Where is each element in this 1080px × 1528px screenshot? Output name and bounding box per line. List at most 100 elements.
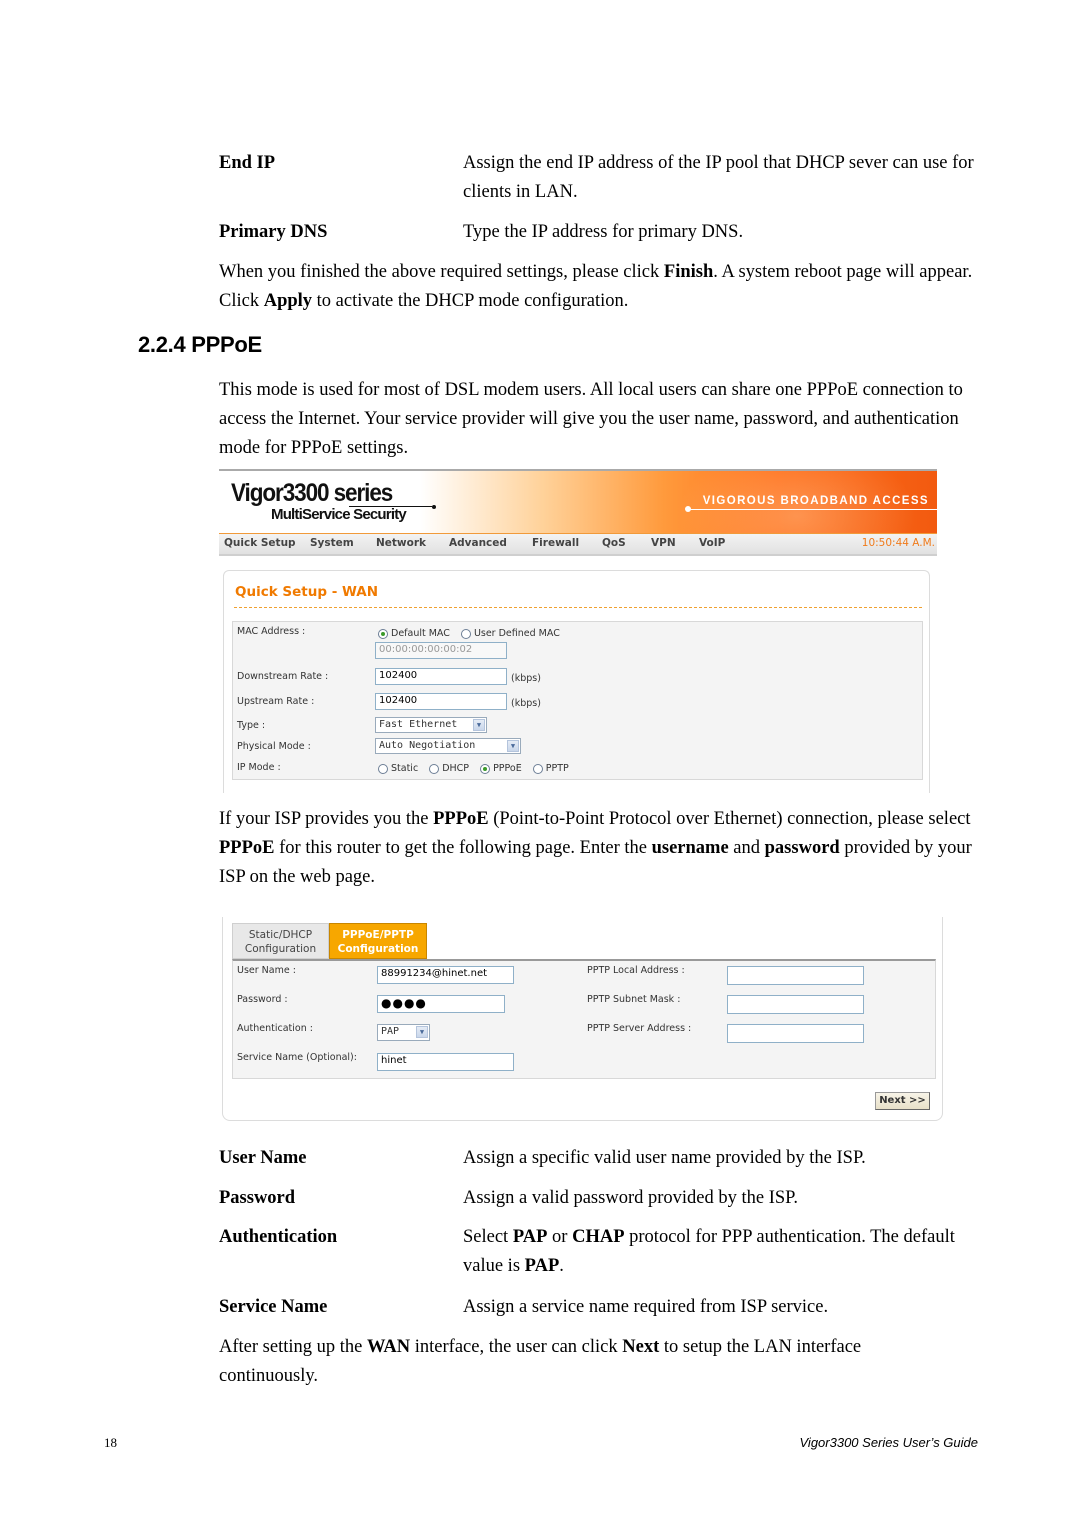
- pptp-server-address-input[interactable]: [727, 1024, 864, 1043]
- downstream-rate-input[interactable]: 102400: [375, 668, 507, 685]
- user-name-input[interactable]: 88991234@hinet.net: [377, 966, 514, 984]
- nav-advanced[interactable]: Advanced: [449, 537, 507, 549]
- authentication-select[interactable]: PAP ▼: [377, 1024, 430, 1041]
- term-description: Select PAP or CHAP protocol for PPP auth…: [463, 1223, 983, 1281]
- nav-system[interactable]: System: [310, 537, 354, 549]
- bold-text: PAP: [524, 1256, 560, 1276]
- tab-static-dhcp[interactable]: Static/DHCP Configuration: [232, 923, 329, 959]
- bold-text: Finish: [663, 262, 714, 282]
- chevron-down-icon: ▼: [416, 1026, 428, 1038]
- text: Select: [463, 1227, 513, 1247]
- downstream-rate-label: Downstream Rate :: [237, 671, 329, 682]
- nav-firewall[interactable]: Firewall: [532, 537, 579, 549]
- text: (Point-to-Point Protocol over Ethernet) …: [488, 809, 971, 829]
- service-name-label: Service Name (Optional):: [237, 1052, 357, 1063]
- radio-icon: [378, 763, 388, 774]
- radio-label: Default MAC: [391, 628, 450, 639]
- pptp-local-address-input[interactable]: [727, 966, 864, 985]
- text: .: [559, 1256, 564, 1276]
- text: interface, the user can click: [410, 1337, 623, 1357]
- mac-address-input[interactable]: 00:00:00:00:00:02: [375, 642, 507, 659]
- term-label: End IP: [219, 153, 276, 173]
- text: When you finished the above required set…: [219, 262, 664, 282]
- term-label: User Name: [219, 1148, 307, 1168]
- next-button[interactable]: Next >>: [875, 1092, 930, 1110]
- bold-text: CHAP: [572, 1227, 625, 1247]
- router-nav-bar: Quick Setup System Network Advanced Fire…: [219, 533, 937, 556]
- definition-authentication: Authentication Select PAP or CHAP protoc…: [219, 1223, 989, 1283]
- term-label: Authentication: [219, 1227, 338, 1247]
- radio-pppoe[interactable]: PPPoE: [480, 763, 522, 774]
- text: If your ISP provides you the: [219, 809, 434, 829]
- bold-text: PPPoE: [433, 809, 489, 829]
- text: for this router to get the following pag…: [274, 838, 652, 858]
- pppoe-form: User Name : 88991234@hinet.net Password …: [232, 959, 936, 1079]
- term-description: Assign a valid password provided by the …: [463, 1188, 799, 1208]
- text: to activate the DHCP mode configuration.: [312, 291, 629, 311]
- select-value: PAP: [381, 1026, 400, 1037]
- select-value: Fast Ethernet: [379, 719, 458, 730]
- bold-text: Next: [622, 1337, 660, 1357]
- chevron-down-icon: ▼: [507, 740, 519, 752]
- bold-text: password: [764, 838, 840, 858]
- router-banner: Vigor3300 series MultiService Security V…: [219, 469, 937, 533]
- term-label: Password: [219, 1188, 296, 1208]
- tagline: VIGOROUS BROADBAND ACCESS: [702, 495, 929, 507]
- radio-icon: [460, 628, 471, 639]
- nav-network[interactable]: Network: [376, 537, 426, 549]
- radio-icon: [532, 763, 543, 774]
- paragraph-isp: If your ISP provides you the PPPoE (Poin…: [219, 805, 989, 892]
- pptp-server-address-label: PPTP Server Address :: [587, 1023, 692, 1034]
- nav-quick-setup[interactable]: Quick Setup: [224, 537, 296, 549]
- radio-dhcp[interactable]: DHCP: [429, 763, 469, 774]
- radio-pptp[interactable]: PPTP: [532, 763, 569, 774]
- definition-primary-dns: Primary DNS Type the IP address for prim…: [219, 218, 989, 248]
- guide-title: Vigor3300 Series User’s Guide: [799, 1435, 979, 1450]
- logo-main: Vigor3300 series: [231, 479, 393, 507]
- term-description: Assign a service name required from ISP …: [463, 1297, 829, 1317]
- radio-label: Static: [391, 763, 419, 774]
- wan-form: MAC Address : Default MAC User Defined M…: [232, 621, 923, 780]
- physical-mode-label: Physical Mode :: [237, 741, 311, 752]
- tab-label: PPPoE/PPTP: [342, 929, 414, 941]
- nav-vpn[interactable]: VPN: [651, 537, 676, 549]
- radio-label: DHCP: [442, 763, 470, 774]
- type-select[interactable]: Fast Ethernet ▼: [375, 717, 487, 733]
- page-number: 18: [104, 1435, 117, 1450]
- nav-qos[interactable]: QoS: [602, 537, 626, 549]
- bold-text: username: [651, 838, 729, 858]
- upstream-rate-label: Upstream Rate :: [237, 696, 315, 707]
- quick-setup-wan-panel: Quick Setup - WAN MAC Address : Default …: [223, 570, 930, 793]
- tagline-dot: [685, 506, 691, 512]
- term-description: Assign a specific valid user name provid…: [463, 1148, 866, 1168]
- ip-mode-radio-group: Static DHCP PPPoE PPTP: [378, 763, 577, 777]
- password-input[interactable]: ●●●●: [377, 995, 505, 1013]
- definition-user-name: User Name Assign a specific valid user n…: [219, 1144, 989, 1174]
- radio-static[interactable]: Static: [378, 763, 418, 774]
- text: and: [728, 838, 765, 858]
- type-label: Type :: [237, 720, 266, 731]
- mac-radio-group: Default MAC User Defined MAC: [378, 628, 568, 642]
- radio-selected-icon: [480, 763, 491, 774]
- tab-pppoe-pptp[interactable]: PPPoE/PPTP Configuration: [329, 923, 427, 959]
- definition-password: Password Assign a valid password provide…: [219, 1184, 989, 1214]
- upstream-rate-input[interactable]: 102400: [375, 693, 507, 710]
- radio-label: PPTP: [545, 763, 569, 774]
- panel-title: Quick Setup - WAN: [235, 584, 379, 600]
- radio-selected-icon: [378, 628, 388, 639]
- radio-label: PPPoE: [493, 763, 522, 774]
- radio-user-defined-mac[interactable]: User Defined MAC: [460, 628, 560, 639]
- nav-voip[interactable]: VoIP: [699, 537, 725, 549]
- definition-service-name: Service Name Assign a service name requi…: [219, 1293, 989, 1323]
- service-name-input[interactable]: hinet: [377, 1053, 514, 1071]
- radio-default-mac[interactable]: Default MAC: [378, 628, 450, 639]
- physical-mode-select[interactable]: Auto Negotiation ▼: [375, 738, 521, 754]
- pptp-subnet-mask-input[interactable]: [727, 995, 864, 1014]
- unit-label: (kbps): [511, 698, 541, 709]
- logo-dot: [432, 505, 436, 509]
- user-name-label: User Name :: [237, 965, 296, 976]
- term-label: Service Name: [219, 1297, 328, 1317]
- bold-text: WAN: [366, 1337, 411, 1357]
- title-divider: [234, 607, 922, 608]
- text: After setting up the: [219, 1337, 367, 1357]
